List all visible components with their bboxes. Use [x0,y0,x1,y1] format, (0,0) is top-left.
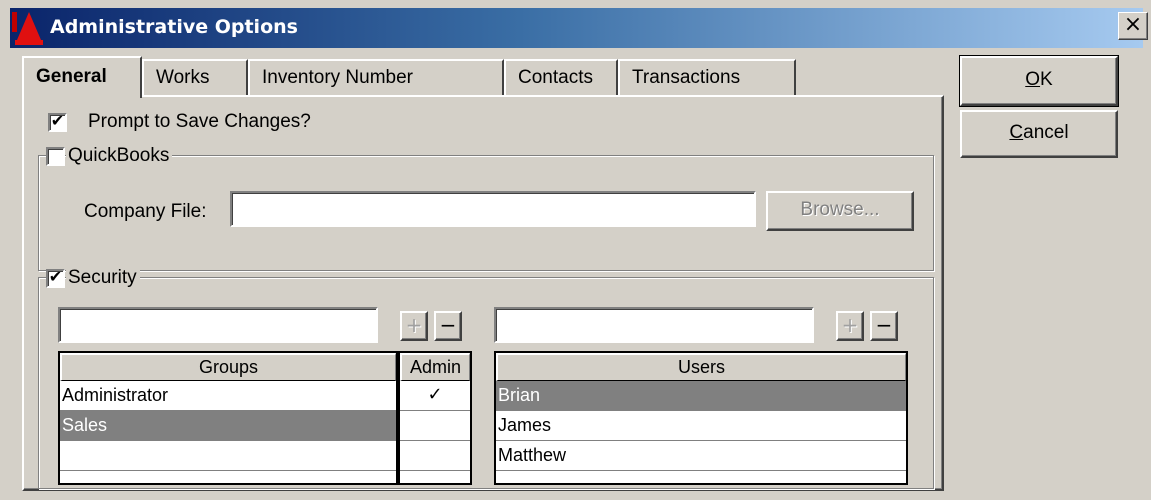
users-header-label: Users [677,357,725,377]
tab-inventory-number[interactable]: Inventory Number [248,59,504,95]
groups-header-label: Groups [198,357,259,377]
remove-group-button[interactable]: − [434,311,462,341]
ok-button[interactable]: OK [959,55,1119,107]
general-tab-panel: ✔ Prompt to Save Changes? QuickBooks Com… [22,95,944,491]
company-file-label: Company File: [84,201,207,222]
group-name-input[interactable] [58,307,378,343]
prompt-save-checkbox[interactable]: ✔ [48,113,67,132]
table-row[interactable]: Brian [496,381,906,411]
cancel-label: ancel [1023,122,1069,143]
tab-contacts-label: Contacts [518,67,593,88]
add-group-button[interactable]: + [400,311,428,341]
tab-contacts[interactable]: Contacts [504,59,618,95]
prompt-save-label: Prompt to Save Changes? [88,111,311,132]
tab-general-label: General [36,66,107,87]
company-file-input[interactable] [230,191,756,227]
table-row[interactable]: Administrator [60,381,396,411]
cancel-button[interactable]: Cancel [960,110,1118,158]
minus-icon: − [439,313,457,337]
table-row[interactable]: Matthew [496,441,906,471]
table-row[interactable] [400,411,470,441]
tab-inventory-number-label: Inventory Number [262,67,414,88]
quickbooks-checkbox[interactable] [46,147,65,166]
table-row[interactable]: James [496,411,906,441]
user-name-cell: Matthew [498,445,567,465]
window-title: Administrative Options [50,16,298,38]
app-icon [12,12,43,45]
add-user-button[interactable]: + [836,311,864,341]
admin-header[interactable]: Admin [400,353,470,381]
title-bar[interactable]: Administrative Options [10,8,1143,48]
ok-label: K [1040,69,1053,90]
minus-icon: − [875,313,893,337]
plus-icon: + [841,313,859,337]
admin-check-icon: ✓ [427,384,443,405]
security-checkbox[interactable]: ✔ [46,269,65,288]
groups-header[interactable]: Groups [60,353,396,381]
remove-user-button[interactable]: − [870,311,898,341]
security-legend: Security [66,267,140,289]
tab-transactions[interactable]: Transactions [618,59,796,95]
checkmark-icon: ✔ [50,113,65,130]
admin-header-label: Admin [409,357,462,377]
user-name-cell: Brian [498,385,541,405]
user-name-field[interactable] [496,309,812,341]
users-grid[interactable]: Users Brian James Matthew [494,351,908,485]
plus-icon: + [405,313,423,337]
tab-strip: General Works Inventory Number Contacts … [22,56,944,98]
user-name-input[interactable] [494,307,814,343]
close-button[interactable]: × [1118,12,1148,40]
browse-button[interactable]: Browse... [766,191,914,231]
tab-general[interactable]: General [22,56,142,98]
company-file-field[interactable] [232,193,754,225]
quickbooks-legend: QuickBooks [66,145,173,167]
tab-works-label: Works [156,67,210,88]
cancel-accelerator: C [1009,122,1024,143]
group-name-field[interactable] [60,309,376,341]
users-header[interactable]: Users [496,353,906,381]
checkmark-icon: ✔ [48,269,63,286]
groups-grid[interactable]: Groups Admin Administrator ✓ Sales [58,351,472,485]
group-name-cell: Sales [62,415,108,435]
table-row[interactable]: Sales [60,411,396,441]
group-name-cell: Administrator [62,385,169,405]
close-icon: × [1123,12,1143,37]
tab-transactions-label: Transactions [632,67,741,88]
administrative-options-window: Administrative Options × General Works I… [0,0,1151,500]
column-divider [396,353,400,483]
ok-accelerator: O [1025,69,1041,90]
browse-button-label: Browse... [800,199,880,220]
user-name-cell: James [498,415,552,435]
table-row[interactable] [60,441,396,471]
table-row[interactable] [400,441,470,471]
table-row[interactable]: ✓ [400,381,470,411]
tab-works[interactable]: Works [142,59,248,95]
